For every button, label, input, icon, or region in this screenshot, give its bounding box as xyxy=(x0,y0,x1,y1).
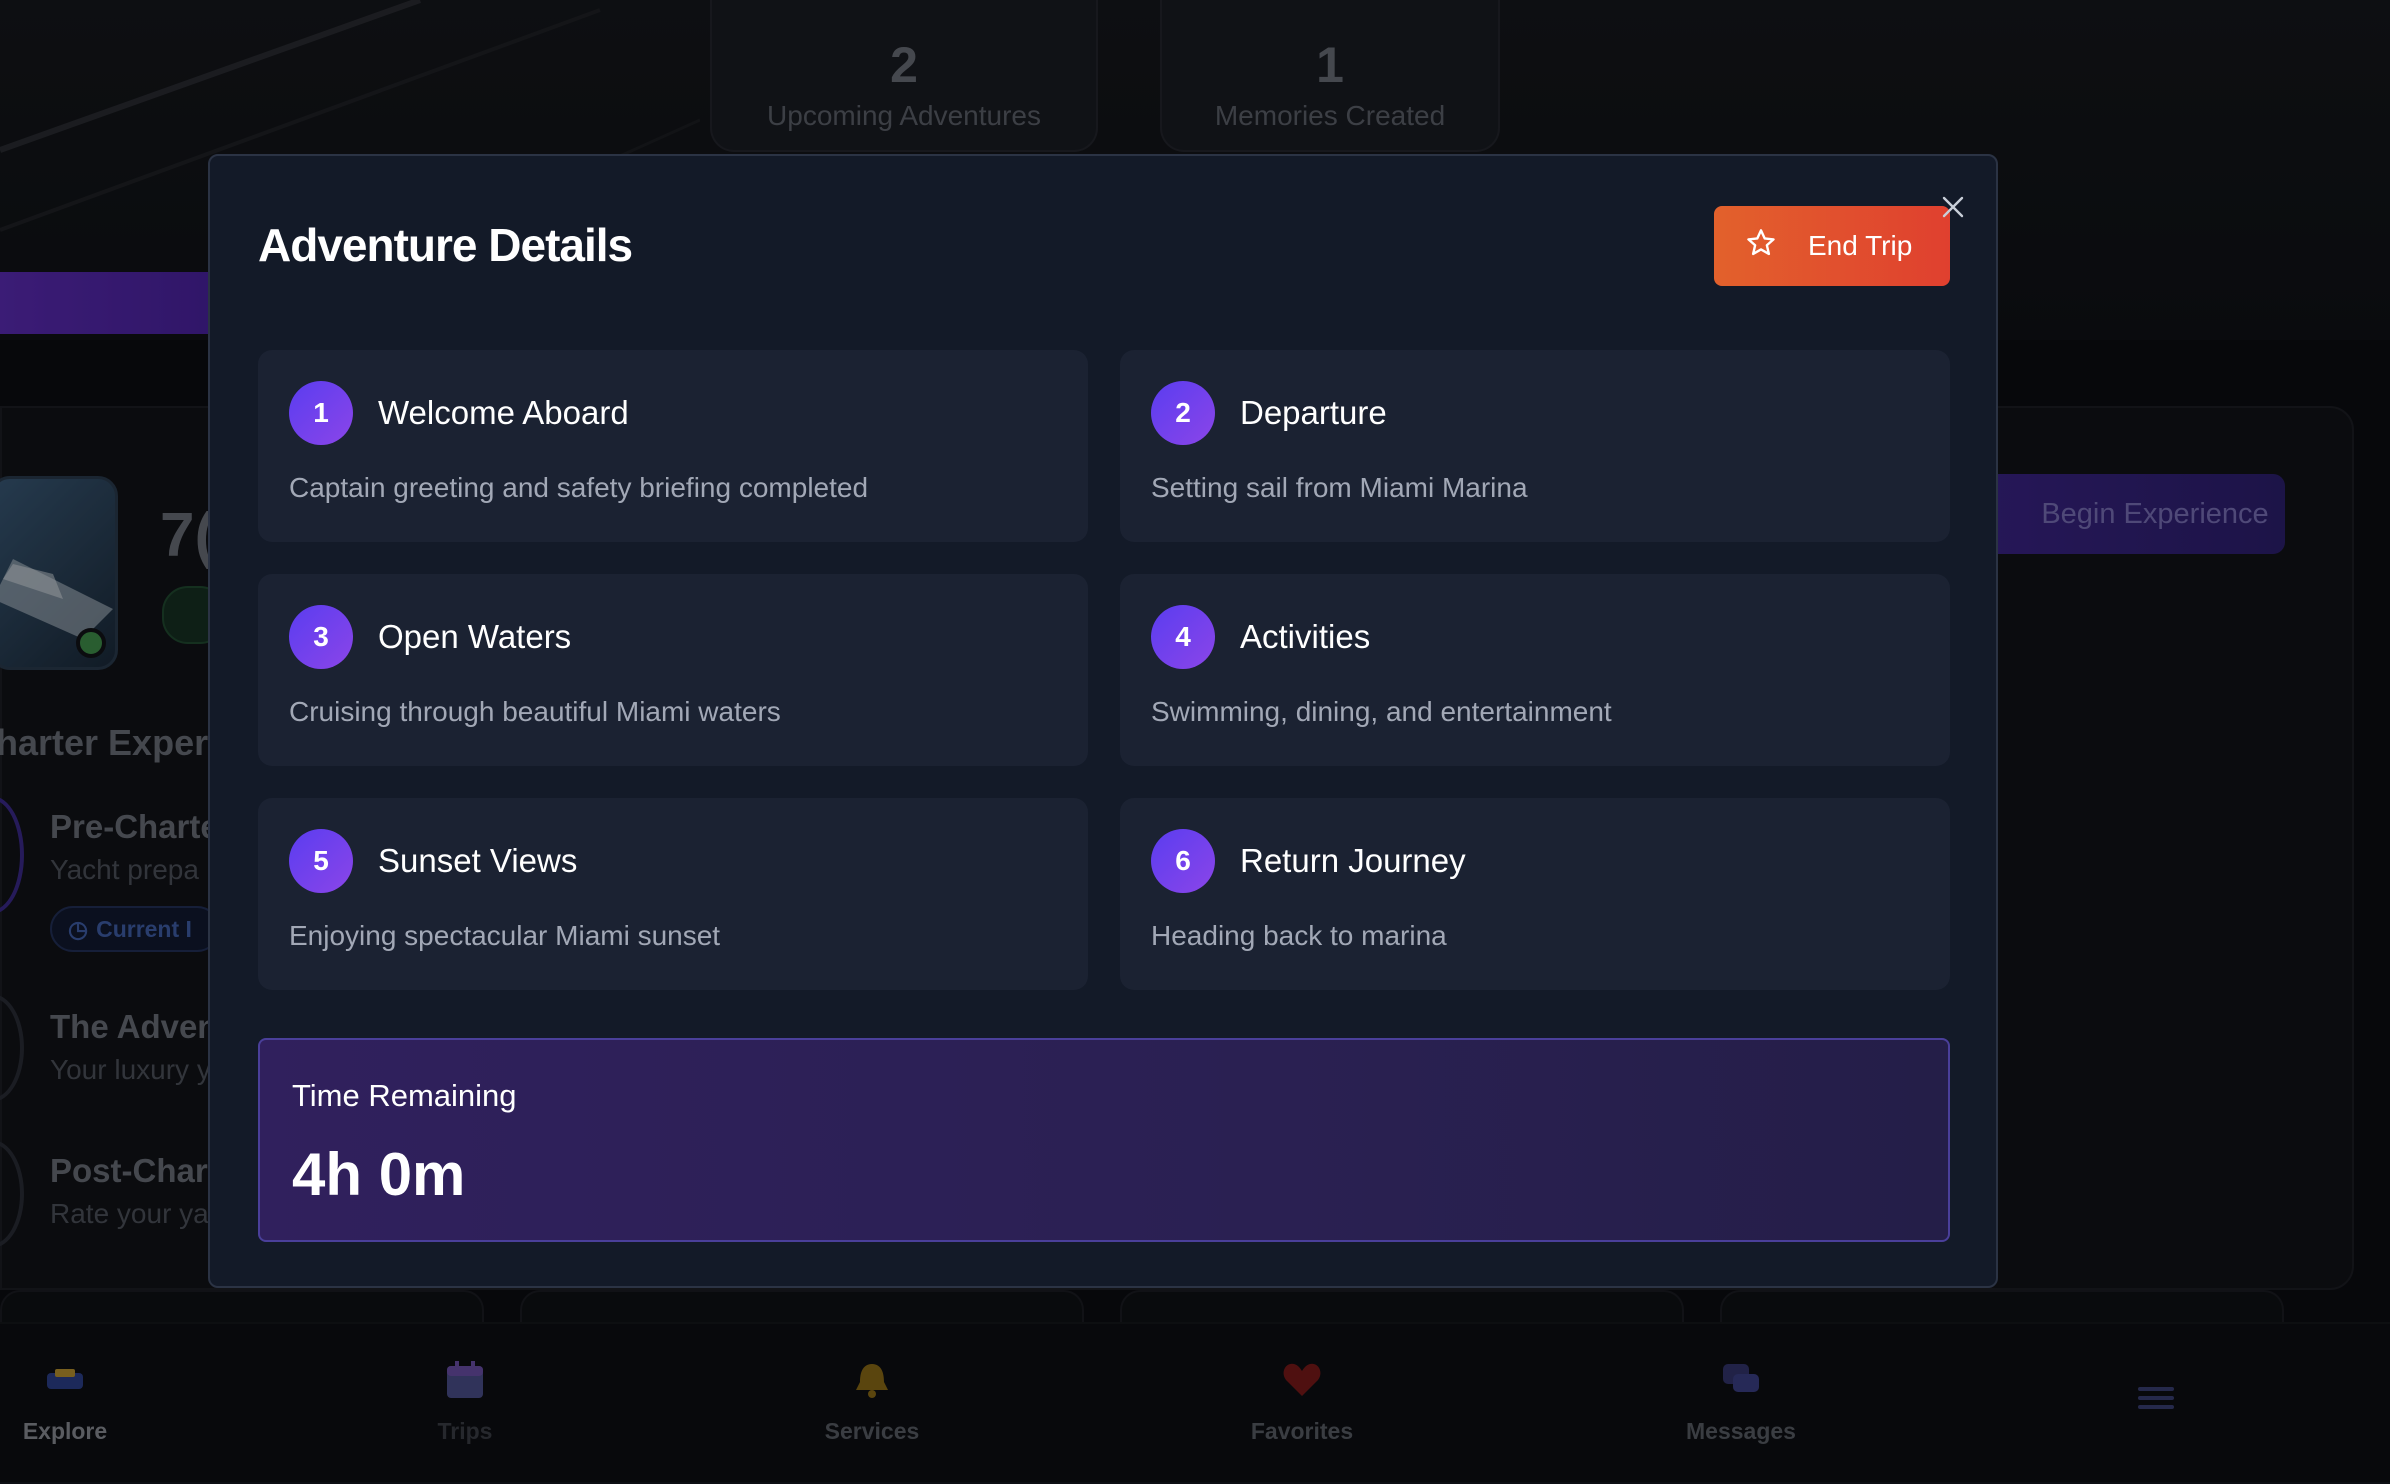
step-title: Departure xyxy=(1240,394,1387,431)
adventure-step-card[interactable]: 4 Activities Swimming, dining, and enter… xyxy=(1120,574,1950,766)
step-number-badge: 5 xyxy=(289,829,353,893)
adventure-details-modal: Adventure Details End Trip 1 Welcome Abo… xyxy=(208,154,1998,1288)
end-trip-label: End Trip xyxy=(1808,230,1913,261)
time-remaining-value: 4h 0m xyxy=(292,1141,466,1208)
step-description: Setting sail from Miami Marina xyxy=(1151,472,1528,503)
step-description: Enjoying spectacular Miami sunset xyxy=(289,920,721,951)
step-title: Activities xyxy=(1240,618,1371,655)
step-description: Cruising through beautiful Miami waters xyxy=(289,696,781,727)
step-description: Swimming, dining, and entertainment xyxy=(1151,696,1612,727)
adventure-step-card[interactable]: 1 Welcome Aboard Captain greeting and sa… xyxy=(258,350,1088,542)
modal-title: Adventure Details xyxy=(258,219,633,271)
step-number-badge: 2 xyxy=(1151,381,1215,445)
step-title: Return Journey xyxy=(1240,842,1466,879)
adventure-step-card[interactable]: 2 Departure Setting sail from Miami Mari… xyxy=(1120,350,1950,542)
step-number-badge: 1 xyxy=(289,381,353,445)
step-description: Heading back to marina xyxy=(1151,920,1447,951)
time-remaining-panel: Time Remaining 4h 0m xyxy=(258,1038,1950,1242)
step-number-badge: 3 xyxy=(289,605,353,669)
close-icon[interactable] xyxy=(1938,192,1968,222)
step-title: Sunset Views xyxy=(378,842,578,879)
step-description: Captain greeting and safety briefing com… xyxy=(289,472,869,503)
step-title: Welcome Aboard xyxy=(378,394,629,431)
adventure-step-card[interactable]: 5 Sunset Views Enjoying spectacular Miam… xyxy=(258,798,1088,990)
step-number-badge: 4 xyxy=(1151,605,1215,669)
adventure-step-card[interactable]: 3 Open Waters Cruising through beautiful… xyxy=(258,574,1088,766)
step-title: Open Waters xyxy=(378,618,572,655)
time-remaining-label: Time Remaining xyxy=(292,1078,517,1113)
step-number-badge: 6 xyxy=(1151,829,1215,893)
adventure-step-card[interactable]: 6 Return Journey Heading back to marina xyxy=(1120,798,1950,990)
star-icon xyxy=(1744,227,1778,266)
end-trip-button[interactable]: End Trip xyxy=(1714,206,1950,286)
